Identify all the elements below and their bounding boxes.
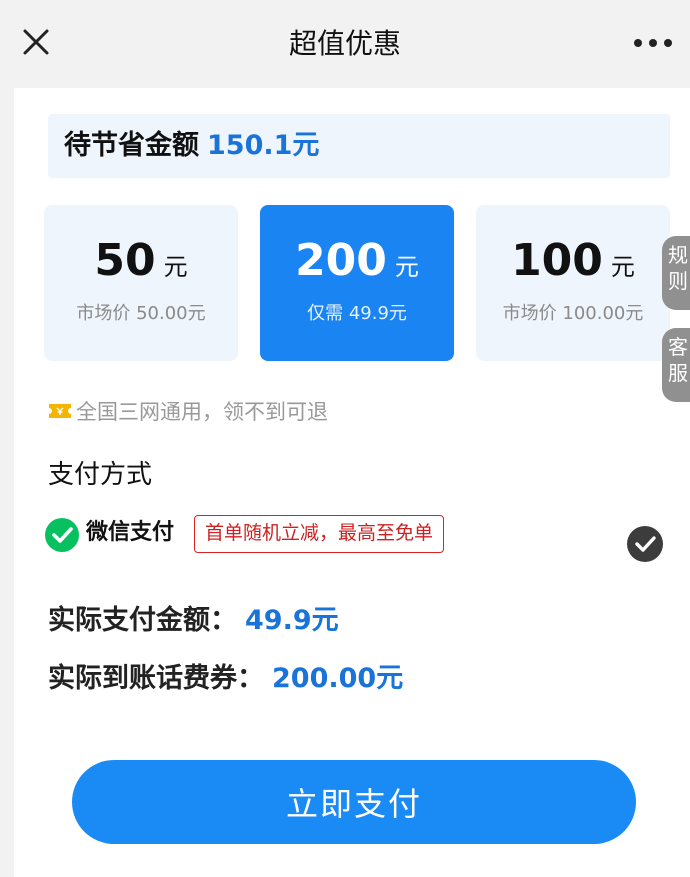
top-bar: 超值优惠 — [0, 0, 690, 88]
selected-check-icon[interactable] — [626, 525, 664, 563]
page-title: 超值优惠 — [288, 27, 401, 60]
customer-service-tab[interactable]: 客服 — [662, 328, 690, 402]
actual-payment-value: 49.9元 — [245, 605, 339, 636]
main-content: 待节省金额 150.1元 50 元 市场价 50.00元 200 元 仅需 49.9元… — [14, 88, 690, 877]
ticket-icon — [49, 404, 71, 418]
voucher-label: 实际到账话费券： — [48, 663, 264, 694]
notice: 全国三网通用，领不到可退 — [48, 396, 328, 426]
voucher-row: 实际到账话费券： 200.00元 — [48, 656, 403, 695]
notice-text: 全国三网通用，领不到可退 — [76, 400, 328, 424]
payment-method-name: 微信支付 — [86, 520, 175, 545]
payment-heading: 支付方式 — [48, 460, 153, 490]
savings-label: 待节省金额 — [64, 130, 199, 161]
package-card-100[interactable]: 100 元 市场价 100.00元 — [476, 205, 670, 361]
voucher-value: 200.00元 — [272, 663, 404, 694]
card-amount: 100 元 — [511, 235, 635, 286]
pay-now-button[interactable]: 立即支付 — [72, 760, 636, 844]
card-market-price: 市场价 100.00元 — [502, 303, 644, 324]
card-amount: 50 元 — [94, 235, 188, 286]
payment-method-wechat[interactable]: 微信支付 首单随机立减，最高至免单 — [44, 513, 664, 563]
card-price: 仅需 49.9元 — [307, 303, 407, 324]
card-amount: 200 元 — [295, 235, 419, 286]
actual-payment-label: 实际支付金额： — [48, 605, 237, 636]
more-options-icon[interactable] — [630, 28, 676, 58]
package-card-200[interactable]: 200 元 仅需 49.9元 — [260, 205, 454, 361]
savings-banner: 待节省金额 150.1元 — [48, 114, 670, 178]
package-card-50[interactable]: 50 元 市场价 50.00元 — [44, 205, 238, 361]
promo-badge: 首单随机立减，最高至免单 — [194, 515, 445, 553]
card-market-price: 市场价 50.00元 — [76, 303, 206, 324]
savings-amount: 150.1元 — [207, 130, 320, 161]
actual-payment-row: 实际支付金额： 49.9元 — [48, 598, 339, 637]
rules-tab[interactable]: 规则 — [662, 236, 690, 310]
wechat-pay-icon — [45, 518, 79, 552]
